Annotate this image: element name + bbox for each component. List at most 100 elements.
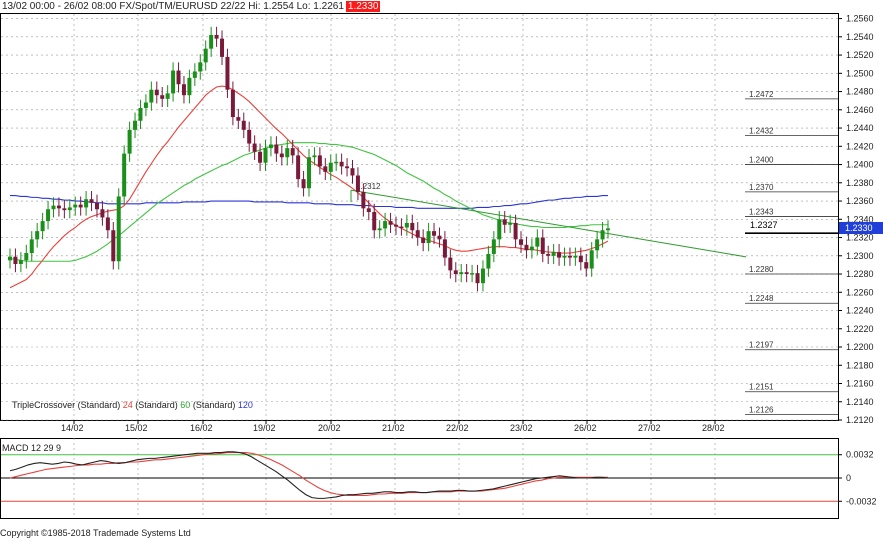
legend-ma120: 120 [237,400,253,410]
candle-body [410,222,415,231]
candle-body [345,166,350,169]
candle-body [491,239,496,254]
candle-body [524,244,529,251]
chart-window: { "header": { "info": "13/02 00:00 - 26/… [0,0,883,541]
candle-body [209,34,214,49]
candle-body [328,162,333,172]
candle-body [111,230,116,262]
level-label: 1.2197 [749,341,774,350]
candle-body [241,120,246,130]
candle-body [595,239,600,251]
date-tick-label: 23/02 [510,423,533,433]
candle-body [84,199,89,208]
candle-body [290,148,295,156]
candle-body [274,144,279,154]
candle-body [160,95,165,99]
candle-body [127,129,132,154]
candle-body [307,157,311,189]
candle-body [67,207,72,211]
candle-body [567,255,572,258]
price-tick-label: 1.2560 [846,14,874,24]
level-label: 1.2248 [749,294,774,303]
candle-body [421,237,426,244]
candle-body [426,231,431,244]
candle-body [323,166,328,172]
candle-body [589,250,594,269]
date-tick-label: 15/02 [125,423,148,433]
candle-body [258,151,263,163]
price-tick-label: 1.2520 [846,50,874,60]
chart-canvas[interactable]: 1.2560 1.2540 1.2520 1.2500 1.2480 1.2460 1.24… [0,0,883,541]
candle-body [317,155,322,167]
candle-body [453,270,458,275]
date-tick-label: 20/02 [318,423,341,433]
candle-body [383,221,388,229]
candle-body [366,208,371,212]
price-tick-label: 1.2200 [846,342,874,352]
level-label: 1.2343 [749,208,774,217]
candle-body [62,208,67,211]
candle-body [312,155,317,158]
candle-body [513,222,518,240]
macd-line [9,451,609,499]
candle-body [230,89,235,118]
price-tick-label: 1.2300 [846,251,874,261]
date-tick-label: 22/02 [446,423,469,433]
macd-title: MACD 12 29 9 [2,443,62,453]
candle-body [432,231,437,236]
level-label: 1.2151 [749,383,774,392]
candle-body [46,209,51,222]
candle-body [138,107,143,121]
legend-prefix: TripleCrossover (Standard) [12,400,121,410]
price-tick-label: 1.2360 [846,196,874,206]
candle-body [508,222,513,225]
candle-body [475,273,480,284]
price-tick-label: 1.2140 [846,397,874,407]
candle-body [187,77,192,96]
level-label: 1.2280 [749,265,774,274]
price-tick-label: 1.2280 [846,269,874,279]
date-tick-label: 21/02 [382,423,405,433]
macd-signal-line [9,451,608,497]
candle-body [296,155,301,180]
candle-body [18,260,23,264]
price-tick-label: 1.2160 [846,379,874,389]
candle-body [459,272,464,275]
candle-body [502,219,507,225]
price-tick-label: 1.2320 [846,233,874,243]
candle-body [94,202,99,210]
candle-body [372,211,377,231]
date-tick-label: 27/02 [638,423,661,433]
price-tick-label: 1.2540 [846,32,874,42]
candle-body [203,48,208,63]
candle-body [437,235,442,240]
price-tick-label: 1.2480 [846,87,874,97]
candle-body [35,231,40,240]
candle-body [225,56,230,90]
level-label: 1.2432 [749,126,774,135]
candle-body [78,204,83,208]
level-label: 1.2472 [749,90,774,99]
legend-ma24: 24 [122,400,133,410]
candle-body [263,148,268,163]
candle-body [285,148,290,158]
candle-body [486,253,491,269]
candle-body [192,71,197,78]
candle-body [154,89,159,96]
candle-body [529,246,534,251]
legend-ma60: 60 [180,400,191,410]
price-tick-label: 1.2260 [846,287,874,297]
candle-body [519,239,524,245]
candle-body [279,153,284,158]
candle-body [116,196,121,262]
candle-body [8,256,12,261]
candle-body [546,253,551,256]
legend-std2: (Standard) [192,400,236,410]
candle-body [442,239,447,258]
candle-body [573,255,578,258]
candle-body [606,228,610,231]
candle-body [551,252,556,256]
candle-body [171,70,176,94]
current-price-label: 1.2327 [750,220,778,230]
price-tick-label: 1.2440 [846,123,874,133]
